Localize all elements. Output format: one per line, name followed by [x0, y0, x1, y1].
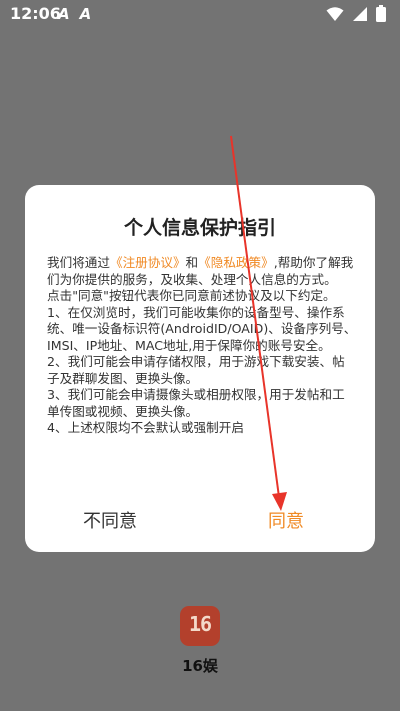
annotation-arrow-icon [230, 135, 287, 511]
